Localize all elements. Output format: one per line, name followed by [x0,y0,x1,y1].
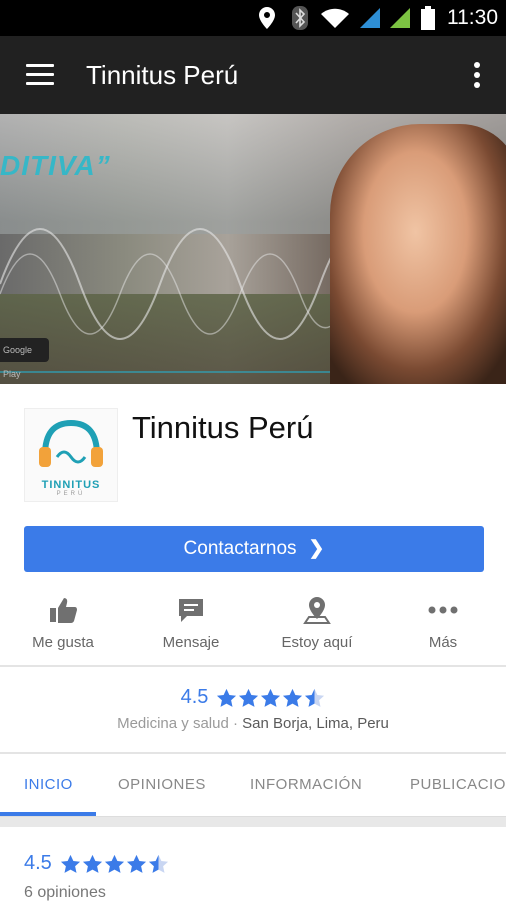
contact-button-label: Contactarnos [183,538,297,559]
category-line: Medicina y salud · San Borja, Lima, Peru [0,715,506,732]
reviews-stars [60,854,169,874]
rating-value: 4.5 [180,686,209,708]
tab-informacion[interactable]: INFORMACIÓN [250,776,362,793]
like-label: Me gusta [32,634,94,651]
star-icon [104,854,124,873]
battery-icon [421,6,435,30]
chevron-right-icon: ❯ [308,538,325,559]
rating-stars [216,688,325,708]
active-tab-indicator [0,812,96,816]
location-label: San Borja, Lima, Peru [242,715,389,732]
message-label: Mensaje [162,634,220,651]
checkin-label: Estoy aquí [281,634,353,651]
logo-text: TINNITUS PERÚ [25,479,117,497]
hamburger-menu-icon[interactable] [26,64,54,86]
page-profile: TINNITUS PERÚ Tinnitus Perú Contactarnos ❯ [0,384,506,594]
app-bar: Tinnitus Perú [0,36,506,114]
thumbs-up-icon [50,598,77,623]
category-separator: · [228,715,243,732]
logo-text-main: TINNITUS [41,479,101,491]
more-dots-icon [428,606,458,614]
tab-inicio[interactable]: INICIO [24,776,73,793]
checkin-action[interactable]: Estoy aquí [262,594,372,651]
bluetooth-icon [292,6,308,30]
category-label: Medicina y salud [117,715,229,732]
star-icon [82,854,102,873]
signal-icon-2 [390,8,410,28]
message-icon [179,599,203,622]
rating-summary[interactable]: 4.5 Medicina y salud · San Borja, Lima, … [0,668,506,752]
star-icon [60,854,80,873]
logo-text-sub: PERÚ [56,491,86,497]
cover-brand-text: DITIVA” [0,150,111,181]
app-bar-title: Tinnitus Perú [86,60,239,90]
contact-button[interactable]: Contactarnos ❯ [24,526,484,572]
like-action[interactable]: Me gusta [8,594,118,651]
star-icon [261,688,281,707]
cover-person-image [330,124,506,384]
star-icon [283,688,303,707]
page-logo[interactable]: TINNITUS PERÚ [24,408,118,502]
divider [0,665,506,667]
star-icon [217,688,237,707]
google-play-badge: Google Play [0,338,49,379]
status-bar: 11:30 [0,0,506,36]
map-pin-icon [303,597,331,624]
overflow-menu-icon[interactable] [474,62,482,92]
star-icon [126,854,146,873]
wifi-icon [321,8,349,28]
page-name: Tinnitus Perú [132,410,314,445]
star-icon [239,688,259,707]
signal-icon-1 [360,8,380,28]
star-icon [305,688,325,707]
tab-bar: INICIO OPINIONES INFORMACIÓN PUBLICACIO [0,754,506,817]
headphones-logo-icon [39,419,103,467]
tab-publicaciones[interactable]: PUBLICACIO [410,776,506,793]
reviews-count: 6 opiniones [24,884,106,901]
location-icon [259,7,275,29]
message-action[interactable]: Mensaje [136,594,246,651]
section-gap [0,817,506,827]
cover-photo[interactable]: DITIVA” Google Play [0,114,506,384]
reviews-rating-value: 4.5 [24,852,52,874]
action-bar: Me gusta Mensaje Estoy aquí Más [0,594,506,664]
more-action[interactable]: Más [388,594,498,651]
tab-opiniones[interactable]: OPINIONES [118,776,206,793]
more-label: Más [428,634,458,651]
status-time: 11:30 [447,6,498,29]
reviews-card[interactable]: 4.5 6 opiniones [0,828,506,901]
star-icon [148,854,168,873]
